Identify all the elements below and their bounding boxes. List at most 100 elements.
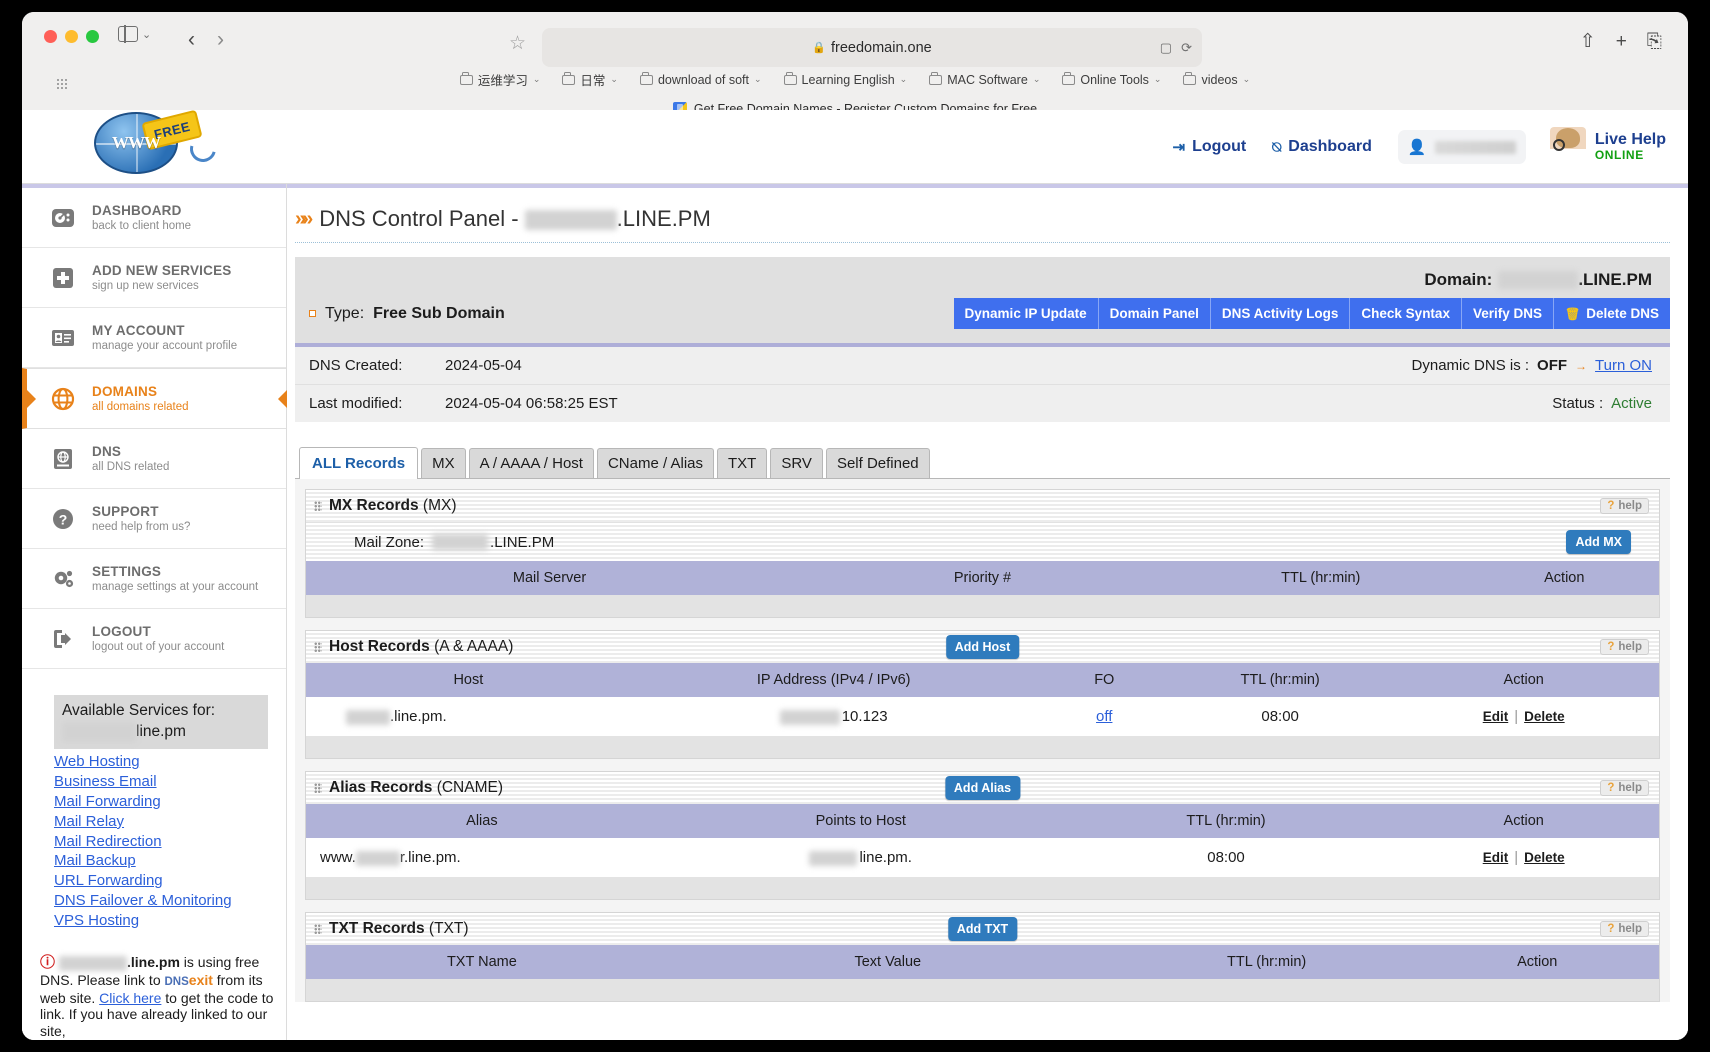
fo-toggle-link[interactable]: off xyxy=(1096,708,1112,725)
help-button[interactable]: ? help xyxy=(1600,780,1649,796)
bookmark-item[interactable]: 运维学习 ⌄ xyxy=(459,70,540,89)
forward-button[interactable]: › xyxy=(217,28,224,52)
close-window-button[interactable] xyxy=(44,30,57,43)
sidebar-toggle-button[interactable]: ⌄ xyxy=(118,25,151,43)
bookmark-item[interactable]: Online Tools ⌄ xyxy=(1062,70,1161,89)
bookmark-item[interactable]: Learning English ⌄ xyxy=(783,70,907,89)
add-txt-button[interactable]: Add TXT xyxy=(947,917,1018,941)
domain-panel-button[interactable]: Domain Panel xyxy=(1098,298,1211,329)
tab-self-defined[interactable]: Self Defined xyxy=(825,448,930,478)
bookmark-item[interactable]: 日常 ⌄ xyxy=(562,70,618,89)
domain-suffix: .LINE.PM xyxy=(1578,270,1652,289)
turn-on-link[interactable]: Turn ON xyxy=(1595,357,1652,374)
alias-section-header: Alias Records (CNAME) Add Alias ? help xyxy=(306,772,1659,804)
logout-icon xyxy=(50,626,76,652)
empty-row xyxy=(306,979,1659,1001)
delete-link[interactable]: Delete xyxy=(1524,709,1565,724)
service-link-mail-backup[interactable]: Mail Backup xyxy=(54,852,268,872)
record-tabs[interactable]: ALL Records MX A / AAAA / Host CName / A… xyxy=(295,446,1670,479)
reload-icon[interactable]: ⟳ xyxy=(1181,40,1192,56)
tab-a-aaaa-host[interactable]: A / AAAA / Host xyxy=(468,448,594,478)
last-modified-row: Last modified: 2024-05-04 06:58:25 EST S… xyxy=(295,385,1670,422)
bookmark-item[interactable]: MAC Software ⌄ xyxy=(929,70,1040,89)
service-link-dns-failover[interactable]: DNS Failover & Monitoring xyxy=(54,891,268,911)
drag-handle-icon[interactable] xyxy=(314,641,322,653)
host-redacted xyxy=(809,850,858,866)
new-tab-icon[interactable]: + xyxy=(1616,31,1627,53)
tab-overview-icon[interactable]: ⎘ xyxy=(1647,31,1662,53)
sidebar-nav[interactable]: DASHBOARD back to client home ADD NEW SE… xyxy=(22,188,287,669)
bookmark-star-icon[interactable]: ☆ xyxy=(509,32,526,55)
address-bar[interactable]: 🔒 freedomain.one ▢ ⟳ xyxy=(542,28,1202,67)
sidebar-item-dashboard[interactable]: DASHBOARD back to client home xyxy=(22,188,286,248)
sidebar-item-title: LOGOUT xyxy=(92,624,151,639)
click-here-link[interactable]: Click here xyxy=(99,990,161,1006)
cell-action[interactable]: Edit | Delete xyxy=(1388,838,1659,877)
available-services-links[interactable]: Web Hosting Business Email Mail Forwardi… xyxy=(54,753,268,931)
delete-dns-button[interactable]: 🗑 Delete DNS xyxy=(1553,298,1670,329)
navigation-arrows[interactable]: ‹ › xyxy=(188,28,224,52)
service-link-web-hosting[interactable]: Web Hosting xyxy=(54,753,268,773)
service-link-business-email[interactable]: Business Email xyxy=(54,773,268,793)
help-label: help xyxy=(1618,641,1642,653)
tab-txt[interactable]: TXT xyxy=(717,448,768,478)
toolbar-actions[interactable]: ⇧ + ⎘ xyxy=(1580,30,1662,53)
sidebar-item-support[interactable]: ? SUPPORT need help from us? xyxy=(22,489,286,549)
dashboard-link[interactable]: ⍉ Dashboard xyxy=(1272,138,1372,156)
drag-handle-icon[interactable] xyxy=(314,782,322,794)
translate-icon[interactable]: ▢ xyxy=(1160,40,1172,56)
header-nav[interactable]: ⇥ Logout ⍉ Dashboard 👤 Live Help ONLINE xyxy=(1172,110,1666,184)
service-link-mail-forwarding[interactable]: Mail Forwarding xyxy=(54,792,268,812)
tab-all-records[interactable]: ALL Records xyxy=(299,447,419,479)
sidebar-item-my-account[interactable]: MY ACCOUNT manage your account profile xyxy=(22,308,286,368)
service-link-mail-redirection[interactable]: Mail Redirection xyxy=(54,832,268,852)
bookmark-item[interactable]: videos ⌄ xyxy=(1183,70,1250,89)
logout-icon: ⇥ xyxy=(1172,139,1186,156)
sidebar-item-add-new-services[interactable]: ADD NEW SERVICES sign up new services xyxy=(22,248,286,308)
drag-handle-icon[interactable] xyxy=(314,500,322,512)
help-button[interactable]: ? help xyxy=(1600,498,1649,514)
sidebar-item-settings[interactable]: SETTINGS manage settings at your account xyxy=(22,549,286,609)
sidebar-item-dns[interactable]: DNS all DNS related xyxy=(22,429,286,489)
chevron-down-icon: ⌄ xyxy=(1032,74,1041,84)
type-and-actions-row: Type: Free Sub Domain Dynamic IP Update … xyxy=(295,294,1670,343)
maximize-window-button[interactable] xyxy=(86,30,99,43)
logout-link[interactable]: ⇥ Logout xyxy=(1172,138,1246,156)
cell-action[interactable]: Edit | Delete xyxy=(1388,697,1659,736)
help-button[interactable]: ? help xyxy=(1600,921,1649,937)
delete-link[interactable]: Delete xyxy=(1524,850,1565,865)
check-syntax-button[interactable]: Check Syntax xyxy=(1350,298,1462,329)
add-mx-button[interactable]: Add MX xyxy=(1566,530,1631,554)
tab-cname-alias[interactable]: CName / Alias xyxy=(596,448,715,478)
share-icon[interactable]: ⇧ xyxy=(1580,30,1596,53)
page-title: DNS Control Panel - .LINE.PM xyxy=(319,206,711,231)
panel-action-buttons[interactable]: Dynamic IP Update Domain Panel DNS Activ… xyxy=(953,298,1670,329)
drag-handle-icon[interactable] xyxy=(314,923,322,935)
live-help-widget[interactable]: Live Help ONLINE xyxy=(1549,127,1666,167)
dynamic-ip-update-button[interactable]: Dynamic IP Update xyxy=(953,298,1099,329)
minimize-window-button[interactable] xyxy=(65,30,78,43)
address-bar-actions[interactable]: ▢ ⟳ xyxy=(1160,28,1192,67)
site-logo[interactable]: WWW FREE xyxy=(94,100,221,180)
bookmarks-bar[interactable]: 运维学习 ⌄ 日常 ⌄ download of soft ⌄ Learning … xyxy=(22,70,1688,89)
service-link-url-forwarding[interactable]: URL Forwarding xyxy=(54,872,268,892)
edit-link[interactable]: Edit xyxy=(1483,850,1509,865)
add-host-button[interactable]: Add Host xyxy=(945,635,1020,659)
sidebar-item-logout[interactable]: LOGOUT logout out of your account xyxy=(22,609,286,669)
sidebar-item-domains[interactable]: DOMAINS all domains related xyxy=(22,368,287,429)
add-alias-button[interactable]: Add Alias xyxy=(944,776,1021,800)
tab-srv[interactable]: SRV xyxy=(770,448,823,478)
help-button[interactable]: ? help xyxy=(1600,639,1649,655)
dns-activity-logs-button[interactable]: DNS Activity Logs xyxy=(1210,298,1351,329)
user-account-box[interactable]: 👤 xyxy=(1397,130,1526,164)
service-link-vps-hosting[interactable]: VPS Hosting xyxy=(54,911,268,931)
bookmark-item[interactable]: download of soft ⌄ xyxy=(639,70,762,89)
window-traffic-lights[interactable] xyxy=(44,30,99,43)
back-button[interactable]: ‹ xyxy=(188,28,195,52)
tab-mx[interactable]: MX xyxy=(421,448,466,478)
service-link-mail-relay[interactable]: Mail Relay xyxy=(54,812,268,832)
edit-link[interactable]: Edit xyxy=(1483,709,1509,724)
cell-fo[interactable]: off xyxy=(1036,697,1172,736)
status-row: Status : Active xyxy=(1552,395,1670,412)
verify-dns-button[interactable]: Verify DNS xyxy=(1461,298,1554,329)
